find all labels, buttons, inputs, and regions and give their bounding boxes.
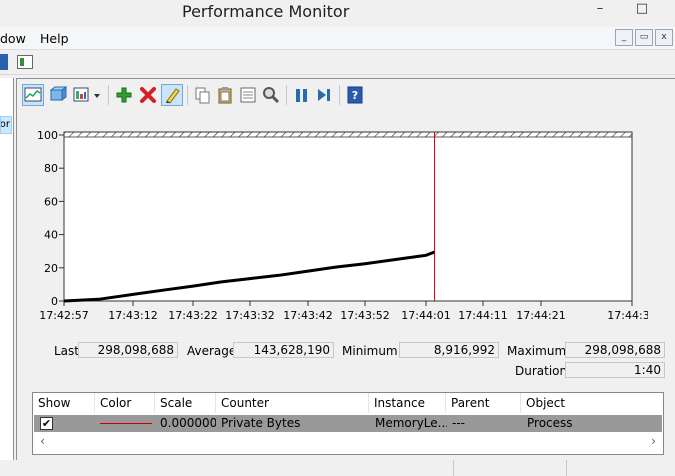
object-cell: Process (527, 416, 573, 430)
show-cell: ✔ (34, 415, 94, 432)
highlight-icon[interactable] (161, 84, 183, 106)
maximize-window-button[interactable]: □ (627, 0, 657, 20)
instance-cell: MemoryLe... (375, 416, 447, 430)
table-row[interactable]: ✔ 0.0000001 Private Bytes MemoryLe... --… (34, 415, 662, 432)
counter-cell: Private Bytes (221, 416, 301, 430)
x-tick-label: 17:43:52 (340, 309, 389, 322)
x-tick-label: 17:43:32 (225, 309, 274, 322)
column-header-show[interactable]: Show (33, 393, 95, 413)
scale-cell: 0.0000001 (160, 416, 216, 430)
y-axis: 0 20 40 60 80 100 (37, 129, 64, 308)
minimum-label: Minimum (342, 344, 398, 358)
copy-properties-icon[interactable] (191, 84, 213, 106)
maximum-value: 298,098,688 (565, 342, 665, 358)
column-header-parent[interactable]: Parent (446, 393, 521, 413)
add-counter-icon[interactable] (113, 84, 135, 106)
column-header-instance[interactable]: Instance (369, 393, 446, 413)
performance-graph[interactable]: 020406080100 17:42:57 17:43:12 17:43:22 17:… (28, 118, 648, 328)
x-tick-label: 17:42:57 (39, 309, 88, 322)
counter-legend-table[interactable]: Show Color Scale Counter Instance Parent… (32, 392, 664, 455)
horizontal-scrollbar[interactable]: ‹ › (34, 433, 662, 450)
y-tick-label: 60 (44, 195, 58, 208)
y-tick-label: 0 (51, 295, 58, 308)
menu-help[interactable]: Help (40, 31, 69, 46)
chart-toolbar: ? (20, 82, 400, 108)
freeze-display-icon[interactable] (290, 84, 312, 106)
main-toolbar (0, 51, 675, 75)
x-tick-label: 17:44:21 (516, 309, 565, 322)
scroll-right-icon[interactable]: › (645, 433, 662, 450)
column-header-object[interactable]: Object (521, 393, 661, 413)
menu-window[interactable]: dow (0, 31, 26, 46)
view-report-icon[interactable] (70, 84, 92, 106)
y-tick-label: 100 (37, 129, 58, 142)
mdi-close-button[interactable]: x (655, 29, 673, 46)
help-icon[interactable]: ? (344, 84, 366, 106)
duration-label: Duration (515, 364, 568, 378)
x-tick-label: 17:44:11 (458, 309, 507, 322)
show-checkbox[interactable]: ✔ (40, 417, 53, 430)
title-bar: Performance Monitor – □ (0, 0, 675, 27)
duration-value: 1:40 (565, 362, 665, 378)
change-graph-type-icon[interactable] (46, 84, 68, 106)
last-label: Last (54, 344, 79, 358)
color-cell (94, 415, 154, 432)
minimum-value: 8,916,992 (399, 342, 499, 358)
console-tree-pane[interactable]: or (0, 78, 14, 476)
toolbar-separator (286, 85, 287, 105)
show-hide-console-tree-icon[interactable] (17, 55, 33, 69)
toolbar-separator (339, 85, 340, 105)
mdi-restore-button[interactable]: ▭ (635, 29, 653, 46)
y-tick-label: 20 (44, 262, 58, 275)
average-value: 143,628,190 (233, 342, 334, 358)
plot-top-hatch (63, 131, 633, 138)
parent-cell: --- (452, 416, 465, 430)
x-tick-label: 17:44:36 (607, 309, 648, 322)
maximum-label: Maximum (507, 344, 567, 358)
x-tick-label: 17:44:01 (401, 309, 450, 322)
help-icon[interactable] (0, 54, 8, 70)
scroll-left-icon[interactable]: ‹ (34, 433, 51, 450)
zoom-icon[interactable] (260, 84, 282, 106)
mdi-window-controls: _ ▭ x (615, 29, 673, 46)
view-graph-icon[interactable] (22, 84, 44, 106)
update-data-icon[interactable] (313, 84, 335, 106)
properties-icon[interactable] (237, 84, 259, 106)
average-label: Average (187, 344, 237, 358)
column-header-color[interactable]: Color (95, 393, 155, 413)
last-value: 298,098,688 (78, 342, 178, 358)
dropdown-icon[interactable] (90, 84, 104, 106)
status-bar (0, 460, 675, 476)
paste-counter-list-icon[interactable] (214, 84, 236, 106)
x-tick-label: 17:43:42 (283, 309, 332, 322)
toolbar-separator (108, 85, 109, 105)
mdi-minimize-button[interactable]: _ (615, 29, 633, 46)
column-header-counter[interactable]: Counter (216, 393, 369, 413)
plot-area (63, 131, 633, 302)
minimize-window-button[interactable]: – (585, 0, 615, 20)
x-tick-label: 17:43:22 (168, 309, 217, 322)
svg-text:?: ? (352, 89, 358, 102)
tree-item-selected[interactable]: or (0, 116, 12, 134)
color-swatch (100, 423, 152, 424)
y-tick-label: 40 (44, 229, 58, 242)
column-header-scale[interactable]: Scale (155, 393, 216, 413)
x-tick-label: 17:43:12 (108, 309, 157, 322)
x-axis: 17:42:57 17:43:12 17:43:22 17:43:32 17:43:42… (39, 301, 648, 322)
toolbar-separator (187, 85, 188, 105)
y-tick-label: 80 (44, 162, 58, 175)
delete-counter-icon[interactable] (137, 84, 159, 106)
menu-bar: dow Help _ ▭ x (0, 27, 675, 50)
